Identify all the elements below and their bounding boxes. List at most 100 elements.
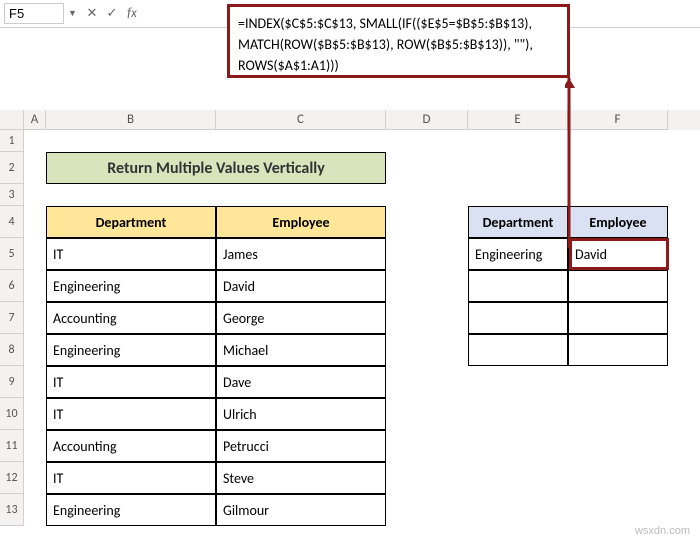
right-cell[interactable] [568, 334, 668, 366]
cell-F13[interactable] [568, 494, 668, 526]
cell-A9[interactable] [24, 366, 46, 398]
cell-E13[interactable] [468, 494, 568, 526]
table-row[interactable]: IT [46, 238, 216, 270]
table-row[interactable]: IT [46, 366, 216, 398]
cell-D3[interactable] [386, 184, 468, 206]
confirm-icon[interactable]: ✓ [105, 6, 119, 21]
cell-D1[interactable] [386, 130, 468, 152]
cell-E2[interactable] [468, 152, 568, 184]
table-row[interactable]: Engineering [46, 334, 216, 366]
cell-C1[interactable] [216, 130, 386, 152]
cell-A11[interactable] [24, 430, 46, 462]
col-header-D[interactable]: D [386, 110, 468, 130]
table-row[interactable]: Engineering [46, 270, 216, 302]
right-cell-dept[interactable]: Engineering [468, 238, 568, 270]
row-header-5[interactable]: 5 [0, 238, 24, 270]
col-header-B[interactable]: B [46, 110, 216, 130]
cell-E1[interactable] [468, 130, 568, 152]
cell-D8[interactable] [386, 334, 468, 366]
table-row[interactable]: James [216, 238, 386, 270]
col-header-A[interactable]: A [24, 110, 46, 130]
cell-D7[interactable] [386, 302, 468, 334]
table-row[interactable]: George [216, 302, 386, 334]
cell-E11[interactable] [468, 430, 568, 462]
cell-B3[interactable] [46, 184, 216, 206]
cell-A12[interactable] [24, 462, 46, 494]
row-header-3[interactable]: 3 [0, 184, 24, 206]
cell-D4[interactable] [386, 206, 468, 238]
table-row[interactable]: David [216, 270, 386, 302]
cell-A5[interactable] [24, 238, 46, 270]
table-row[interactable]: Engineering [46, 494, 216, 526]
cell-C3[interactable] [216, 184, 386, 206]
col-header-E[interactable]: E [468, 110, 568, 130]
right-cell[interactable] [568, 302, 668, 334]
table-row[interactable]: Ulrich [216, 398, 386, 430]
right-cell[interactable] [468, 334, 568, 366]
formula-line-2: MATCH(ROW($B$5:$B$13), ROW($B$5:$B$13)),… [238, 34, 559, 55]
cell-F10[interactable] [568, 398, 668, 430]
cell-D6[interactable] [386, 270, 468, 302]
cell-E12[interactable] [468, 462, 568, 494]
table-row[interactable]: Gilmour [216, 494, 386, 526]
row-header-13[interactable]: 13 [0, 494, 24, 526]
left-header-emp[interactable]: Employee [216, 206, 386, 238]
cancel-icon[interactable]: ✕ [85, 6, 99, 21]
cell-B1[interactable] [46, 130, 216, 152]
row-header-8[interactable]: 8 [0, 334, 24, 366]
name-box-dropdown-icon[interactable]: ▼ [68, 8, 77, 19]
cell-E9[interactable] [468, 366, 568, 398]
cell-D12[interactable] [386, 462, 468, 494]
cell-D13[interactable] [386, 494, 468, 526]
cell-A2[interactable] [24, 152, 46, 184]
cell-A10[interactable] [24, 398, 46, 430]
table-row[interactable]: Dave [216, 366, 386, 398]
cell-D2[interactable] [386, 152, 468, 184]
cell-F11[interactable] [568, 430, 668, 462]
callout-arrow [565, 78, 605, 253]
table-row[interactable]: Accounting [46, 430, 216, 462]
cell-A7[interactable] [24, 302, 46, 334]
cell-D10[interactable] [386, 398, 468, 430]
cell-D9[interactable] [386, 366, 468, 398]
fx-icon[interactable]: fx [125, 6, 139, 21]
cell-A6[interactable] [24, 270, 46, 302]
cell-D5[interactable] [386, 238, 468, 270]
row-header-6[interactable]: 6 [0, 270, 24, 302]
table-row[interactable]: Steve [216, 462, 386, 494]
row-header-11[interactable]: 11 [0, 430, 24, 462]
watermark: wsxdn.com [635, 525, 690, 537]
row-header-7[interactable]: 7 [0, 302, 24, 334]
cell-A4[interactable] [24, 206, 46, 238]
row-header-2[interactable]: 2 [0, 152, 24, 184]
table-row[interactable]: Accounting [46, 302, 216, 334]
row-header-9[interactable]: 9 [0, 366, 24, 398]
row-header-1[interactable]: 1 [0, 130, 24, 152]
table-row[interactable]: Petrucci [216, 430, 386, 462]
cell-A13[interactable] [24, 494, 46, 526]
cell-F12[interactable] [568, 462, 668, 494]
right-cell[interactable] [468, 302, 568, 334]
title-cell[interactable]: Return Multiple Values Vertically [46, 152, 386, 184]
table-row[interactable]: IT [46, 398, 216, 430]
cell-E3[interactable] [468, 184, 568, 206]
table-row[interactable]: Michael [216, 334, 386, 366]
cell-F9[interactable] [568, 366, 668, 398]
cell-A8[interactable] [24, 334, 46, 366]
formula-line-3: ROWS($A$1:A1))) [238, 55, 559, 76]
table-row[interactable]: IT [46, 462, 216, 494]
right-header-dept[interactable]: Department [468, 206, 568, 238]
cell-D11[interactable] [386, 430, 468, 462]
row-header-4[interactable]: 4 [0, 206, 24, 238]
left-header-dept[interactable]: Department [46, 206, 216, 238]
name-box[interactable] [4, 3, 64, 24]
right-cell[interactable] [568, 270, 668, 302]
right-cell[interactable] [468, 270, 568, 302]
cell-A1[interactable] [24, 130, 46, 152]
row-header-10[interactable]: 10 [0, 398, 24, 430]
col-header-C[interactable]: C [216, 110, 386, 130]
cell-E10[interactable] [468, 398, 568, 430]
cell-A3[interactable] [24, 184, 46, 206]
select-all-corner[interactable] [0, 110, 24, 130]
row-header-12[interactable]: 12 [0, 462, 24, 494]
